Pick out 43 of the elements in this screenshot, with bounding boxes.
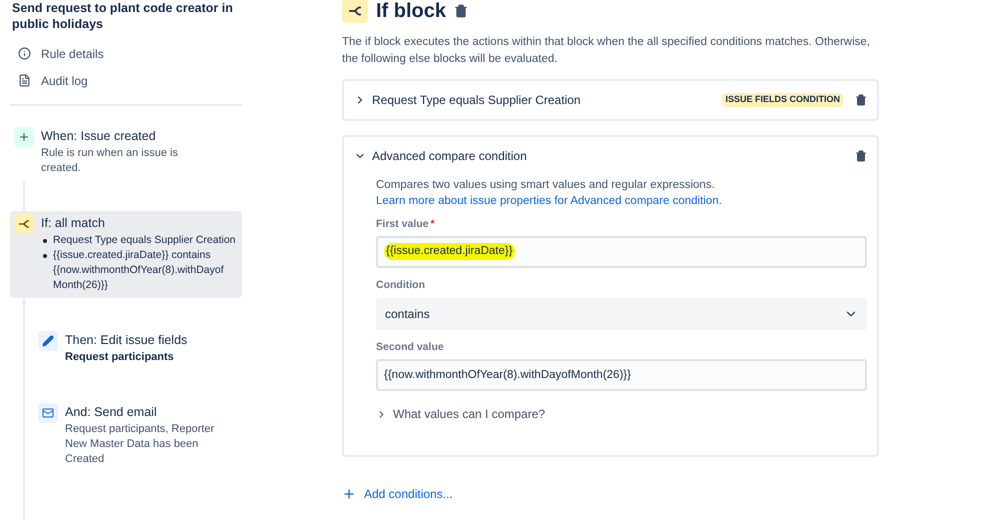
add-conditions-button[interactable]: Add conditions... [342, 485, 453, 504]
plus-icon [18, 131, 30, 143]
bullet-icon [43, 254, 47, 258]
trash-icon[interactable] [454, 4, 468, 18]
branch-icon [348, 4, 362, 18]
field-label: First value [376, 217, 429, 232]
condition-summary: Request Type equals Supplier Creation [53, 233, 236, 248]
pencil-icon [42, 335, 54, 347]
required-mark: * [430, 217, 435, 232]
condition-select[interactable]: contains [376, 298, 867, 330]
sidebar-link[interactable]: Rule details [10, 40, 242, 67]
condition-type-tag: ISSUE FIELDS CONDITION [722, 93, 843, 107]
condition-title[interactable]: Advanced compare condition [372, 147, 849, 165]
block-description: The if block executes the actions within that block when the all specified conditions matches. Otherwise, the following else blocks will be evaluated. [342, 35, 871, 67]
trash-icon[interactable] [855, 94, 867, 106]
step-title: Then: Edit issue fields [65, 333, 188, 348]
field-label: Second value [376, 340, 445, 354]
trash-icon[interactable] [855, 150, 867, 162]
help-toggle[interactable]: What values can I compare? [393, 405, 546, 424]
step-title: And: Send email [65, 405, 158, 420]
condition-summary: {{issue.created.jiraDate}} contains {{now.withmonthOfYear(8).withDayof Month(26)}} [53, 248, 225, 293]
second-value-field[interactable]: {{now.withmonthOfYear(8).withDayofMonth(26)}} [376, 359, 867, 392]
condition-title[interactable]: Request Type equals Supplier Creation [372, 91, 716, 109]
branch-icon [18, 218, 30, 230]
step-title: When: Issue created [41, 129, 157, 144]
rule-title: Send request to plant code creator in public holidays [11, 0, 234, 32]
document-icon [18, 74, 31, 87]
field-label: Condition [376, 278, 426, 293]
step-detail: Rule is run when an issue is created. [41, 146, 179, 176]
plus-icon [342, 487, 356, 502]
sidebar-link[interactable]: Audit log [10, 67, 242, 94]
bullet-icon [43, 239, 47, 243]
block-heading: If block [376, 0, 446, 24]
first-value-field[interactable]: {{issue.created.jiraDate}} [376, 236, 867, 268]
rule-step[interactable]: If: all match Request Type equals Supplier Creation {{issue.created.jiraDate}} contains {{now.withmonthOfYear(8).withDayof Month(26)}} [10, 211, 242, 298]
info-icon [18, 47, 31, 60]
step-detail: Request participants [65, 350, 175, 365]
condition-help-text: Compares two values using smart values and regular expressions. [376, 178, 716, 193]
step-detail: Request participants, Reporter [65, 422, 215, 437]
step-title: If: all match [41, 216, 106, 231]
step-detail: New Master Data has been Created [65, 437, 200, 467]
mail-icon [42, 407, 54, 419]
learn-more-link[interactable]: Learn more about issue properties for Advanced compare condition. [376, 193, 722, 209]
